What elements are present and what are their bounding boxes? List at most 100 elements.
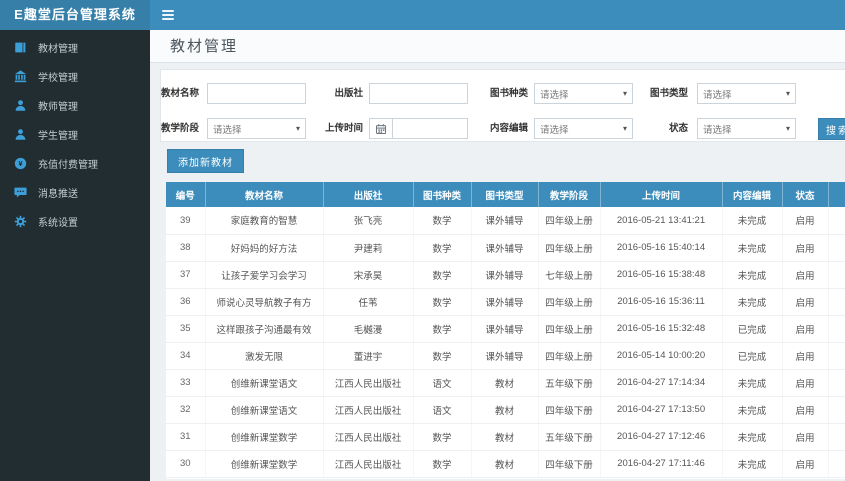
table-body: 39 家庭教育的智慧 张飞亮 数学 课外辅导 四年级上册 2016-05-21 … — [166, 207, 845, 478]
cell-actions — [828, 396, 845, 424]
cell-status: 启用 — [782, 342, 829, 370]
filter-label-book-type: 图书类型 — [649, 88, 688, 99]
filter-label-book-category: 图书种类 — [489, 88, 528, 99]
col-header-book-type: 图书类型 — [471, 182, 539, 207]
cell-upload-time: 2016-04-27 17:13:50 — [600, 396, 723, 424]
cell-material-name: 创维新课堂数学 — [205, 450, 324, 478]
cell-id: 34 — [166, 342, 206, 370]
book-type-select-value: 请选择 — [703, 89, 732, 101]
calendar-icon[interactable] — [369, 118, 393, 139]
cell-id: 36 — [166, 288, 206, 316]
sidebar-item-label: 消息推送 — [38, 189, 78, 200]
cell-material-name: 激发无限 — [205, 342, 324, 370]
cell-id: 30 — [166, 450, 206, 478]
sidebar-item-students[interactable]: 学生管理 — [0, 120, 150, 149]
sidebar-item-materials[interactable]: 教材管理 — [0, 33, 150, 62]
sidebar-menu: 教材管理 学校管理 教师管理 学生管理 ¥ 充值付费管理 消息推送 系统设置 — [0, 30, 150, 236]
content-header: 教材管理 — [150, 30, 845, 63]
cell-material-name: 创维新课堂语文 — [205, 396, 324, 424]
app-window: E趣堂后台管理系统 教材管理 学校管理 教师管理 学生管理 ¥ 充值付费管理 消… — [0, 0, 845, 481]
cell-upload-time: 2016-04-27 17:11:46 — [600, 450, 723, 478]
cell-id: 32 — [166, 396, 206, 424]
cell-status: 启用 — [782, 396, 829, 424]
cell-content-edit: 已完成 — [722, 342, 783, 370]
filter-panel: 教材名称 出版社 图书种类 请选择 ▾ 图书类型 请选择 ▾ 教学阶段 请选择 … — [160, 69, 845, 142]
status-select[interactable]: 请选择 ▾ — [697, 118, 796, 139]
publisher-input[interactable] — [369, 83, 468, 104]
sidebar-item-label: 充值付费管理 — [38, 160, 98, 171]
sidebar-item-schools[interactable]: 学校管理 — [0, 62, 150, 91]
cell-book-category: 数学 — [413, 423, 472, 451]
cell-material-name: 这样跟孩子沟通最有效 — [205, 315, 324, 343]
search-button[interactable]: 搜索 — [818, 118, 845, 140]
col-header-book-category: 图书种类 — [413, 182, 472, 207]
cell-teaching-stage: 四年级上册 — [538, 315, 601, 343]
cell-actions — [828, 342, 845, 370]
cell-teaching-stage: 四年级下册 — [538, 450, 601, 478]
sidebar-item-messages[interactable]: 消息推送 — [0, 178, 150, 207]
page-title: 教材管理 — [170, 38, 239, 55]
cell-book-category: 数学 — [413, 315, 472, 343]
cell-content-edit: 未完成 — [722, 207, 783, 235]
sidebar-item-teachers[interactable]: 教师管理 — [0, 91, 150, 120]
content-edit-select[interactable]: 请选择 ▾ — [534, 118, 633, 139]
add-material-button[interactable]: 添加新教材 — [167, 149, 244, 173]
col-header-teaching-stage: 教学阶段 — [538, 182, 601, 207]
cell-upload-time: 2016-05-21 13:41:21 — [600, 207, 723, 235]
sidebar-item-payments[interactable]: ¥ 充值付费管理 — [0, 149, 150, 178]
cell-book-type: 教材 — [471, 396, 539, 424]
cell-upload-time: 2016-04-27 17:14:34 — [600, 369, 723, 397]
cell-actions — [828, 288, 845, 316]
material-name-input[interactable] — [207, 83, 306, 104]
cell-publisher: 江西人民出版社 — [323, 450, 414, 478]
cell-material-name: 让孩子爱学习会学习 — [205, 261, 324, 289]
upload-time-input[interactable] — [393, 118, 468, 139]
cell-publisher: 董进宇 — [323, 342, 414, 370]
cell-publisher: 张飞亮 — [323, 207, 414, 235]
cell-publisher: 尹建莉 — [323, 234, 414, 262]
cell-book-type: 教材 — [471, 450, 539, 478]
main-content: 教材管理 教材名称 出版社 图书种类 请选择 ▾ 图书类型 请选择 ▾ 教学阶段… — [150, 30, 845, 481]
cell-actions — [828, 450, 845, 478]
cell-upload-time: 2016-05-16 15:38:48 — [600, 261, 723, 289]
cell-content-edit: 未完成 — [722, 288, 783, 316]
col-header-id: 编号 — [166, 182, 206, 207]
col-header-material-name: 教材名称 — [205, 182, 324, 207]
cell-teaching-stage: 四年级上册 — [538, 288, 601, 316]
sidebar-toggle-button[interactable] — [150, 0, 186, 30]
cell-upload-time: 2016-05-16 15:40:14 — [600, 234, 723, 262]
cell-id: 38 — [166, 234, 206, 262]
topbar: E趣堂后台管理系统 — [0, 0, 845, 30]
cell-book-category: 数学 — [413, 288, 472, 316]
cell-book-type: 课外辅导 — [471, 207, 539, 235]
materials-table: 编号 教材名称 出版社 图书种类 图书类型 教学阶段 上传时间 内容编辑 状态 … — [166, 182, 845, 479]
filter-label-material-name: 教材名称 — [161, 88, 200, 99]
teacher-icon — [14, 99, 27, 112]
table-row: 37 让孩子爱学习会学习 宋承昊 数学 课外辅导 七年级上册 2016-05-1… — [166, 261, 845, 289]
sidebar-item-label: 教材管理 — [38, 44, 78, 55]
cell-book-category: 数学 — [413, 342, 472, 370]
table-row: 30 创维新课堂数学 江西人民出版社 数学 教材 四年级下册 2016-04-2… — [166, 450, 845, 478]
col-header-content-edit: 内容编辑 — [722, 182, 783, 207]
book-category-select[interactable]: 请选择 ▾ — [534, 83, 633, 104]
cell-book-category: 数学 — [413, 234, 472, 262]
teaching-stage-select-value: 请选择 — [213, 124, 242, 136]
book-type-select[interactable]: 请选择 ▾ — [697, 83, 796, 104]
cell-teaching-stage: 四年级上册 — [538, 207, 601, 235]
settings-icon — [14, 215, 27, 228]
cell-status: 启用 — [782, 369, 829, 397]
cell-actions — [828, 369, 845, 397]
cell-publisher: 宋承昊 — [323, 261, 414, 289]
sidebar-item-label: 教师管理 — [38, 102, 78, 113]
table-row: 34 激发无限 董进宇 数学 课外辅导 四年级上册 2016-05-14 10:… — [166, 342, 845, 370]
sidebar-item-settings[interactable]: 系统设置 — [0, 207, 150, 236]
sidebar: 教材管理 学校管理 教师管理 学生管理 ¥ 充值付费管理 消息推送 系统设置 — [0, 30, 150, 481]
teaching-stage-select[interactable]: 请选择 ▾ — [207, 118, 306, 139]
filter-label-upload-time: 上传时间 — [324, 123, 363, 134]
table-row: 38 好妈妈的好方法 尹建莉 数学 课外辅导 四年级上册 2016-05-16 … — [166, 234, 845, 262]
cell-book-type: 课外辅导 — [471, 342, 539, 370]
student-icon — [14, 128, 27, 141]
chevron-down-icon: ▾ — [785, 124, 790, 133]
cell-status: 启用 — [782, 261, 829, 289]
table-row: 32 创维新课堂语文 江西人民出版社 语文 教材 四年级下册 2016-04-2… — [166, 396, 845, 424]
